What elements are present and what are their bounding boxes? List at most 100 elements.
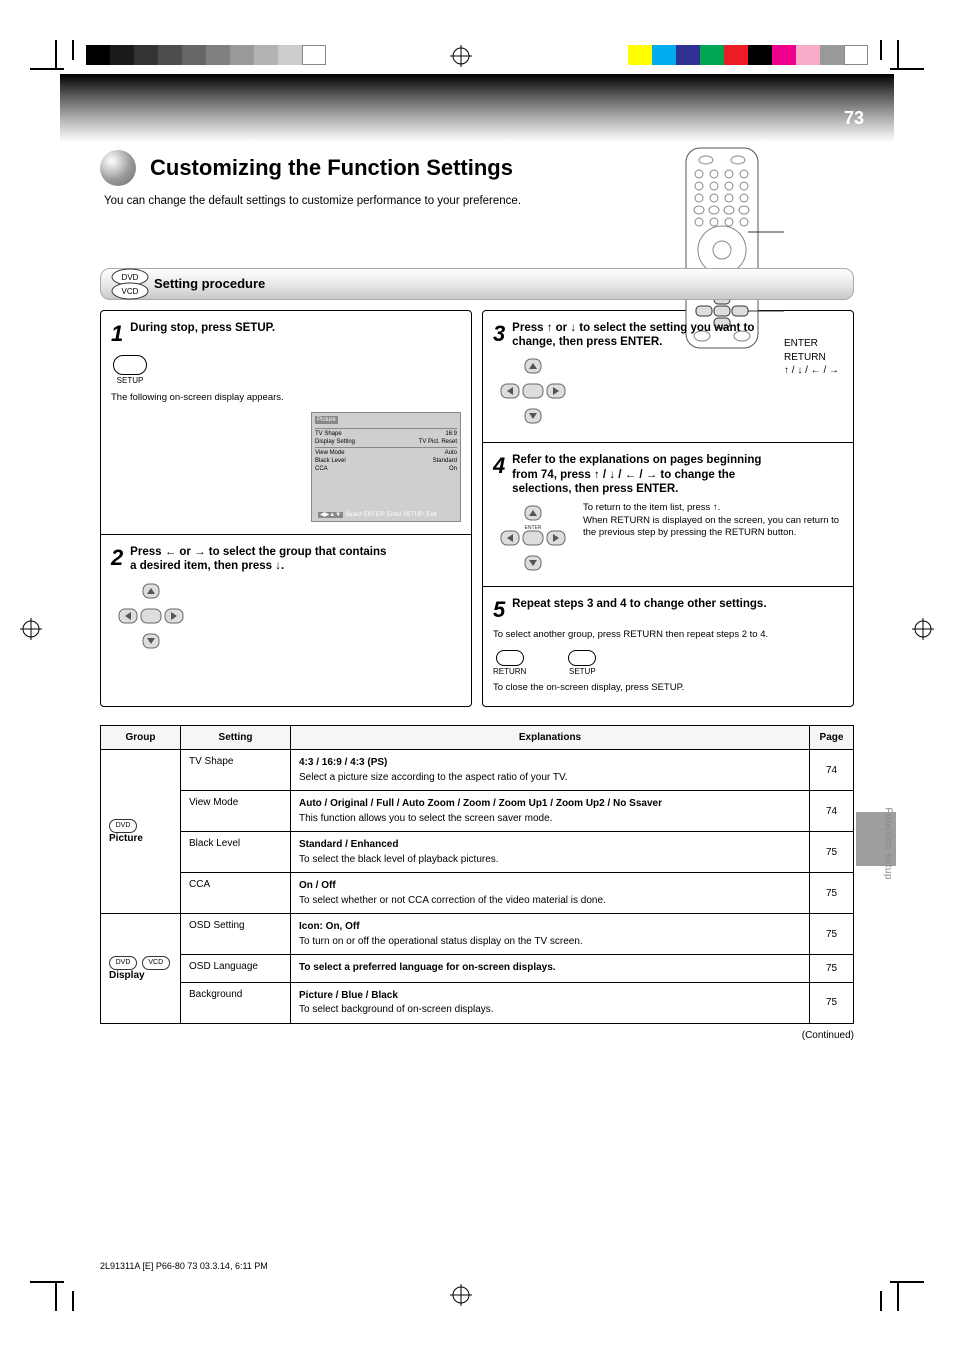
step-5: 5 Repeat steps 3 and 4 to change other s… (483, 586, 853, 706)
step-final-text: To close the on-screen display, press SE… (493, 682, 843, 694)
crop-mark (55, 1283, 57, 1311)
intro-text: You can change the default settings to c… (104, 194, 554, 210)
grayscale-calibration-bar (86, 45, 326, 65)
table-header: Group (101, 726, 181, 750)
explain-bold: Picture / Blue / Black (299, 989, 801, 1003)
setting-name: Background (181, 982, 291, 1023)
explain-bold: Standard / Enhanced (299, 838, 801, 852)
step-3: 3 Press ↑ or ↓ to select the setting you… (483, 311, 853, 443)
registration-mark-icon (450, 45, 472, 67)
procedure-bar: DVD VCD Setting procedure (100, 266, 854, 302)
footer-imprint: 2L91311A [E] P66-80 73 03.3.14, 6:11 PM (100, 1261, 268, 1271)
osd-row-value: 16:9 (445, 431, 457, 437)
osd-row-label: TV Shape (315, 431, 342, 437)
color-calibration-bar (628, 45, 868, 65)
setup-button-icon (568, 650, 596, 666)
svg-text:VCD: VCD (122, 287, 139, 296)
page-number: 73 (844, 108, 864, 129)
crop-mark (55, 40, 57, 68)
steps-right-column: 3 Press ↑ or ↓ to select the setting you… (482, 310, 854, 708)
explain-text: Select a picture size according to the a… (299, 772, 567, 783)
table-row: Background Picture / Blue / BlackTo sele… (101, 982, 854, 1023)
osd-row-label: View Mode (315, 450, 345, 456)
step-number: 3 (493, 321, 505, 347)
osd-row-label: Display Setting (315, 439, 355, 445)
dpad-icon: ENTER (493, 502, 573, 574)
step-sub-text: To select another group, press RETURN th… (493, 629, 843, 641)
vcd-badge-icon: VCD (142, 956, 170, 970)
step-sub-text: To return to the item list, press ↑.When… (583, 502, 843, 539)
dvd-badge-icon: DVD (109, 956, 137, 970)
page-title: Customizing the Function Settings (150, 155, 513, 181)
page-ref: 75 (810, 914, 854, 955)
svg-text:DVD: DVD (122, 273, 139, 282)
table-header: Setting (181, 726, 291, 750)
table-header: Explanations (291, 726, 810, 750)
explain-bold: 4:3 / 16:9 / 4:3 (PS) (299, 756, 801, 770)
dpad-icon (493, 355, 573, 427)
group-name: Display (109, 970, 145, 981)
setting-name: Black Level (181, 832, 291, 873)
osd-row-value: Standard (433, 458, 457, 464)
onscreen-display-mock: Picture TV Shape16:9 Display SettingTV P… (311, 412, 461, 522)
explain-text: To select the black level of playback pi… (299, 854, 499, 865)
osd-row-value: On (449, 466, 457, 472)
table-header: Page (810, 726, 854, 750)
explain-text: To select whether or not CCA correction … (299, 895, 606, 906)
group-name: Picture (109, 833, 143, 844)
steps-left-column: 1 During stop, press SETUP. SETUP The fo… (100, 310, 472, 708)
setup-button-label: SETUP (111, 376, 149, 385)
osd-hint-text: Select ENTER: Enter SETUP: Exit (345, 512, 436, 518)
step-number: 2 (111, 545, 123, 571)
crop-mark (897, 1283, 899, 1311)
crop-mark (890, 68, 924, 70)
explain-text: This function allows you to select the s… (299, 813, 552, 824)
osd-row-label: Black Level (315, 458, 346, 464)
return-button-label: RETURN (493, 667, 526, 676)
explain-bold: Icon: On, Off (299, 920, 801, 934)
setup-button-label: SETUP (566, 667, 598, 676)
table-row: OSD Language To select a preferred langu… (101, 955, 854, 983)
setting-name: OSD Setting (181, 914, 291, 955)
osd-row-label: CCA (315, 466, 328, 472)
crop-mark (30, 1281, 64, 1283)
dvd-badge-icon: DVD (109, 819, 137, 833)
side-tab-label: Function setup (883, 807, 894, 880)
registration-mark-icon (912, 618, 934, 640)
setting-name: View Mode (181, 791, 291, 832)
step-number: 1 (111, 321, 123, 347)
explain-bold: To select a preferred language for on-sc… (299, 961, 801, 975)
page-ref: 74 (810, 791, 854, 832)
page-ref: 75 (810, 873, 854, 914)
explain-text: To select background of on-screen displa… (299, 1004, 494, 1015)
explain-text: To turn on or off the operational status… (299, 936, 583, 947)
step-2: 2 Press ← or → to select the group that … (101, 534, 471, 667)
step-number: 4 (493, 453, 505, 479)
crop-mark (72, 1291, 74, 1311)
crop-mark (72, 40, 74, 60)
dpad-icon (111, 580, 191, 652)
crop-mark (890, 1281, 924, 1283)
step-heading: Press ↑ or ↓ to select the setting you w… (512, 321, 772, 350)
registration-mark-icon (450, 1284, 472, 1306)
settings-table: Group Setting Explanations Page DVDPictu… (100, 725, 854, 1024)
bullet-sphere-icon (100, 150, 136, 186)
page-ref: 75 (810, 832, 854, 873)
crop-mark (897, 40, 899, 68)
table-row: DVDPicture TV Shape 4:3 / 16:9 / 4:3 (PS… (101, 750, 854, 791)
step-1: 1 During stop, press SETUP. SETUP The fo… (101, 311, 471, 534)
page-ref: 74 (810, 750, 854, 791)
continued-label: (Continued) (100, 1030, 854, 1041)
explain-bold: On / Off (299, 879, 801, 893)
explain-bold: Auto / Original / Full / Auto Zoom / Zoo… (299, 797, 801, 811)
crop-mark (880, 1291, 882, 1311)
table-row: View Mode Auto / Original / Full / Auto … (101, 791, 854, 832)
osd-row-value: Auto (445, 450, 457, 456)
setting-name: TV Shape (181, 750, 291, 791)
step-heading: Press ← or → to select the group that co… (130, 545, 390, 574)
step-heading: Refer to the explanations on pages begin… (512, 453, 772, 496)
osd-row-value: TV Pict. Reset (419, 439, 457, 445)
setting-name: OSD Language (181, 955, 291, 983)
svg-text:ENTER: ENTER (525, 525, 542, 531)
setup-button-icon (113, 355, 147, 375)
